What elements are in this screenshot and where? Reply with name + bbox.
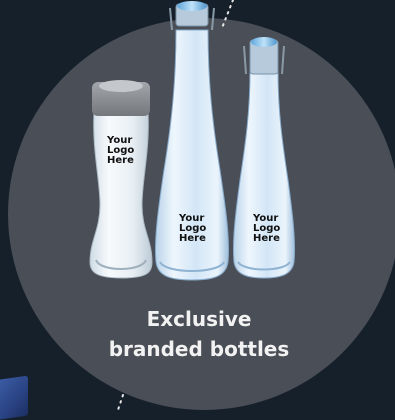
bottle-logo-placeholder-1: Your Logo Here xyxy=(107,136,134,166)
bottle-logo-placeholder-3: Your Logo Here xyxy=(253,214,280,244)
bottle-short-grey-cap xyxy=(89,80,153,279)
logo-line: Here xyxy=(253,233,280,244)
promo-stage: Your Logo Here Your Logo Here Your Logo … xyxy=(0,0,395,420)
logo-line: Here xyxy=(107,155,134,166)
promo-caption: Exclusive branded bottles xyxy=(84,304,314,364)
caption-line-2: branded bottles xyxy=(108,337,290,361)
logo-line: Here xyxy=(179,233,206,244)
bottle-logo-placeholder-2: Your Logo Here xyxy=(179,214,206,244)
caption-line-1: Exclusive xyxy=(146,307,252,331)
